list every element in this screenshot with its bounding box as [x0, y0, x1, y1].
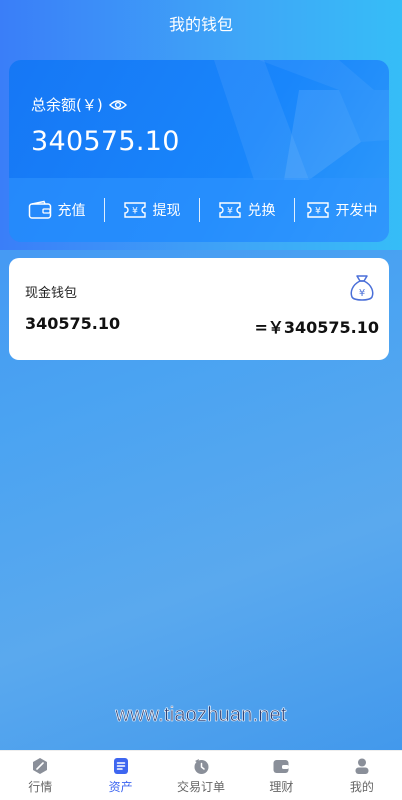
in-development-button[interactable]: ¥ 开发中 [294, 178, 389, 242]
wallet-equivalent: =￥340575.10 [254, 318, 379, 337]
exchange-button[interactable]: ¥ 兑换 [199, 178, 294, 242]
ticket-yen-icon: ¥ [123, 202, 146, 218]
money-bag-icon: ¥ [350, 275, 374, 301]
svg-text:¥: ¥ [359, 288, 365, 299]
withdraw-button[interactable]: ¥ 提现 [104, 178, 199, 242]
balance-amount: 340575.10 [31, 126, 180, 157]
balance-label: 总余额(￥) [31, 96, 103, 114]
svg-text:¥: ¥ [132, 207, 138, 217]
card-decoration [214, 60, 389, 180]
bottom-tab-bar: 行情 资产 交易订单 理财 我的 [0, 750, 402, 800]
tab-market-label: 行情 [28, 779, 53, 794]
balance-card: 总余额(￥) 340575.10 充值 ¥ 提现 ¥ 兑换 ¥ 开发中 [9, 60, 389, 242]
wallet-value: 340575.10 [25, 314, 121, 333]
tab-assets[interactable]: 资产 [80, 751, 160, 800]
watermark: www.tiaozhuan.net [115, 704, 287, 727]
exchange-label: 兑换 [247, 203, 276, 219]
top-bar: 我的钱包 [0, 0, 402, 46]
tab-profile-label: 我的 [349, 779, 374, 794]
assets-icon [113, 757, 128, 774]
page-title: 我的钱包 [168, 15, 233, 34]
orders-icon [194, 758, 209, 774]
action-row: 充值 ¥ 提现 ¥ 兑换 ¥ 开发中 [9, 178, 389, 242]
eye-icon[interactable] [108, 99, 127, 111]
tab-orders-label: 交易订单 [177, 779, 226, 794]
balance-label-row: 总余额(￥) [31, 94, 127, 115]
in-development-label: 开发中 [335, 203, 378, 219]
withdraw-label: 提现 [152, 203, 181, 219]
tab-market[interactable]: 行情 [0, 751, 80, 800]
wallet-title: 现金钱包 [25, 286, 78, 301]
profile-icon [355, 758, 369, 774]
tab-profile[interactable]: 我的 [322, 751, 402, 800]
market-icon [33, 757, 48, 774]
ticket-yen-icon: ¥ [306, 202, 329, 218]
tab-assets-label: 资产 [108, 779, 133, 794]
recharge-label: 充值 [57, 203, 86, 219]
svg-text:¥: ¥ [315, 207, 321, 217]
finance-icon [273, 759, 289, 773]
tab-orders[interactable]: 交易订单 [161, 751, 241, 800]
cash-wallet-card[interactable]: 现金钱包 ¥ 340575.10 =￥340575.10 [9, 258, 389, 360]
tab-finance-label: 理财 [269, 779, 294, 794]
tab-finance[interactable]: 理财 [241, 751, 321, 800]
wallet-icon [28, 200, 51, 219]
svg-text:¥: ¥ [227, 207, 233, 217]
ticket-yen-icon: ¥ [218, 202, 241, 218]
recharge-button[interactable]: 充值 [9, 178, 104, 242]
